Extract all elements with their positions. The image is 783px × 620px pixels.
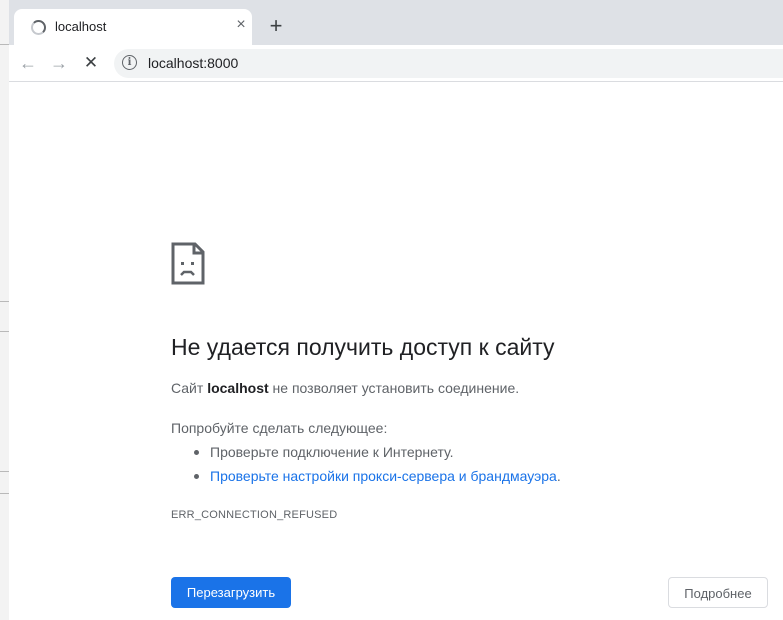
background-divider	[0, 493, 9, 494]
error-summary: Сайт localhost не позволяет установить с…	[171, 380, 519, 396]
sad-page-icon	[171, 242, 205, 285]
url-text[interactable]: localhost:8000	[148, 55, 238, 71]
summary-suffix: не позволяет установить соединение.	[268, 380, 520, 396]
error-page: Не удается получить доступ к сайту Сайт …	[9, 82, 783, 620]
summary-host: localhost	[207, 380, 269, 396]
bullet-icon	[194, 450, 199, 455]
list-item: Проверьте подключение к Интернету.	[171, 442, 561, 466]
browser-window: localhost × + ← → ✕ i localhost:8000 Не …	[9, 0, 783, 620]
site-info-icon[interactable]: i	[122, 55, 137, 70]
summary-prefix: Сайт	[171, 380, 208, 396]
tab-localhost[interactable]: localhost ×	[14, 9, 252, 45]
suggestion-check-connection: Проверьте подключение к Интернету.	[210, 444, 454, 460]
bullet-icon	[194, 474, 199, 479]
stop-loading-icon[interactable]: ✕	[79, 51, 103, 75]
error-title: Не удается получить доступ к сайту	[171, 334, 555, 360]
background-divider	[0, 471, 9, 472]
address-bar[interactable]: i localhost:8000	[114, 49, 783, 78]
tab-close-icon[interactable]: ×	[232, 16, 250, 34]
tab-strip: localhost × +	[9, 0, 783, 45]
error-code: ERR_CONNECTION_REFUSED	[171, 509, 338, 521]
background-divider	[0, 44, 9, 45]
background-divider	[0, 301, 9, 302]
new-tab-button[interactable]: +	[265, 15, 287, 37]
reload-button[interactable]: Перезагрузить	[171, 577, 291, 608]
background-divider	[0, 331, 9, 332]
forward-arrow-icon[interactable]: →	[47, 51, 71, 75]
tab-title: localhost	[55, 19, 107, 34]
list-item: Проверьте настройки прокси-сервера и бра…	[171, 466, 561, 490]
loading-spinner-icon	[31, 20, 46, 35]
suggestions-list: Проверьте подключение к Интернету. Прове…	[171, 442, 561, 490]
back-arrow-icon[interactable]: ←	[16, 51, 40, 75]
suggestion-period: .	[556, 468, 561, 484]
suggestions-heading: Попробуйте сделать следующее:	[171, 420, 388, 436]
details-button[interactable]: Подробнее	[668, 577, 768, 608]
toolbar: ← → ✕ i localhost:8000	[9, 45, 783, 82]
proxy-firewall-settings-link[interactable]: Проверьте настройки прокси-сервера и бра…	[210, 468, 557, 484]
